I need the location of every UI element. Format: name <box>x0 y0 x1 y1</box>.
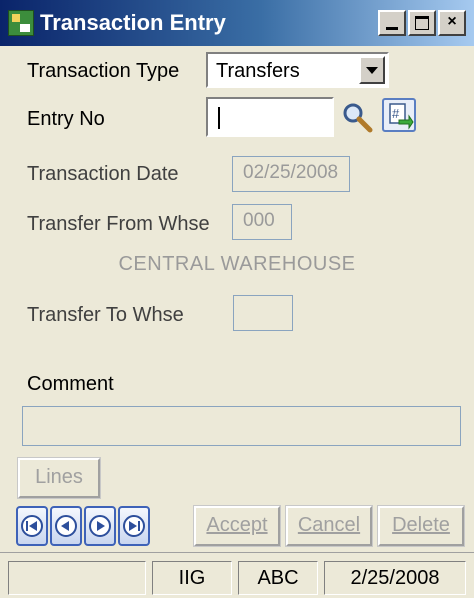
svg-text:#: # <box>392 106 400 121</box>
transaction-date-label: Transaction Date <box>27 163 179 185</box>
transfer-from-label: Transfer From Whse <box>27 213 210 235</box>
minimize-button[interactable] <box>378 10 406 36</box>
status-date: 2/25/2008 <box>324 561 466 595</box>
status-cell-blank <box>8 561 146 595</box>
title-bar[interactable]: Transaction Entry × <box>0 0 474 46</box>
transaction-type-dropdown[interactable]: Transfers <box>206 52 389 88</box>
maximize-button[interactable] <box>408 10 436 36</box>
window-title: Transaction Entry <box>40 10 226 35</box>
lines-button[interactable]: Lines <box>17 457 101 499</box>
delete-button[interactable]: Delete <box>377 505 465 547</box>
next-icon <box>89 515 111 537</box>
warehouse-name: CENTRAL WAREHOUSE <box>118 253 356 275</box>
transaction-entry-window: Transaction Entry × Transaction Type Tra… <box>0 0 474 598</box>
transfer-from-field[interactable]: 000 <box>232 204 292 240</box>
cancel-button[interactable]: Cancel <box>285 505 373 547</box>
transaction-type-label: Transaction Type <box>27 60 180 82</box>
text-caret <box>218 107 220 129</box>
delete-label: Delete <box>392 514 450 536</box>
entry-no-input[interactable] <box>206 97 334 137</box>
status-user: ABC <box>238 561 318 595</box>
previous-record-button[interactable] <box>50 506 82 546</box>
comment-field[interactable] <box>22 406 461 446</box>
status-bar: IIG ABC 2/25/2008 <box>0 552 474 598</box>
chevron-down-icon[interactable] <box>359 56 385 84</box>
entry-no-label: Entry No <box>27 108 105 130</box>
next-record-button[interactable] <box>84 506 116 546</box>
transfer-to-label: Transfer To Whse <box>27 304 184 326</box>
last-record-button[interactable] <box>118 506 150 546</box>
search-icon[interactable] <box>340 100 374 134</box>
accept-button[interactable]: Accept <box>193 505 281 547</box>
lookup-icon: # <box>389 103 414 130</box>
accept-label: Accept <box>206 514 268 536</box>
transaction-type-value: Transfers <box>216 60 300 82</box>
transaction-date-field[interactable]: 02/25/2008 <box>232 156 350 192</box>
lookup-button[interactable]: # <box>382 98 416 132</box>
previous-icon <box>55 515 77 537</box>
last-icon <box>123 515 145 537</box>
status-company: IIG <box>152 561 232 595</box>
first-record-button[interactable] <box>16 506 48 546</box>
cancel-label: Cancel <box>297 514 361 536</box>
app-icon <box>8 10 34 36</box>
transfer-to-field[interactable] <box>233 295 293 331</box>
close-button[interactable]: × <box>438 10 466 36</box>
first-icon <box>21 515 43 537</box>
comment-label: Comment <box>27 373 114 395</box>
